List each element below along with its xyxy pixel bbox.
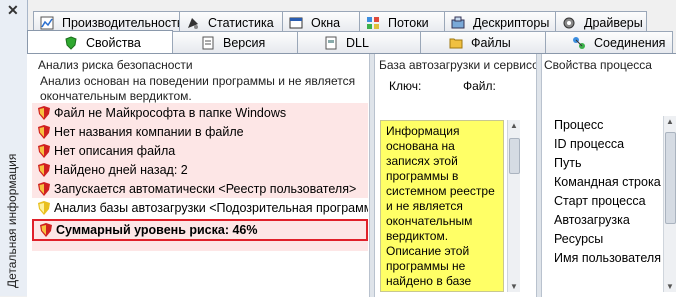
list-item[interactable]: ID процесса [554, 135, 661, 154]
red-shield-icon [40, 223, 52, 237]
tab-windows[interactable]: Окна [282, 11, 360, 33]
risk-text: Найдено дней назад: 2 [54, 162, 188, 177]
process-panel-title: Свойства процесса [544, 58, 652, 72]
tab-connections[interactable]: Соединения [545, 31, 673, 53]
tab-dll[interactable]: DLL [297, 31, 421, 53]
chart-icon [40, 16, 54, 29]
risk-panel: Анализ риска безопасности Анализ основан… [32, 54, 368, 297]
details-side-strip: ✕ Детальная информация [0, 0, 28, 296]
risk-list: Файл не Майкрософта в папке Windows Нет … [32, 103, 368, 251]
scroll-down-icon[interactable]: ▼ [509, 282, 519, 291]
tab-threads[interactable]: Потоки [359, 11, 445, 33]
list-item-spacer [32, 241, 368, 251]
details-label: Детальная информация [5, 153, 19, 288]
risk-text: Файл не Майкрософта в папке Windows [54, 105, 287, 120]
properties-content: Анализ риска безопасности Анализ основан… [27, 53, 676, 297]
list-item[interactable]: Нет описания файла [32, 141, 368, 160]
tab-properties[interactable]: Свойства [27, 30, 173, 54]
list-item[interactable]: Имя пользователя [554, 249, 661, 268]
statistics-icon [188, 17, 198, 29]
tab-version[interactable]: Версия [172, 31, 298, 53]
window-icon [289, 17, 303, 28]
risk-summary[interactable]: Суммарный уровень риска: 46% [32, 219, 368, 241]
autorun-info-box: Информация основана на записях этой прог… [380, 120, 504, 292]
tab-row-bottom: Свойства Версия DLL Файлы Соединения [27, 30, 673, 54]
list-item[interactable]: Анализ базы автозагрузки <Подозрительная… [32, 198, 368, 217]
risk-summary-text: Суммарный уровень риска: 46% [56, 223, 258, 237]
autorun-panel: База автозагрузки и сервисов Ключ: Файл:… [377, 54, 545, 297]
tab-drivers[interactable]: Драйверы [555, 11, 647, 33]
risk-note: Анализ основан на поведении программы и … [40, 74, 356, 103]
scroll-thumb[interactable] [665, 132, 676, 224]
process-properties-list: Процесс ID процесса Путь Командная строк… [554, 116, 661, 268]
tab-label: Свойства [86, 35, 141, 50]
tab-label: Потоки [388, 15, 429, 30]
list-item[interactable]: Ресурсы [554, 230, 661, 249]
list-item[interactable]: Старт процесса [554, 192, 661, 211]
red-shield-icon [38, 105, 50, 120]
list-item[interactable]: Процесс [554, 116, 661, 135]
list-item[interactable]: Найдено дней назад: 2 [32, 160, 368, 179]
tab-label: Производительность [62, 15, 184, 30]
scroll-thumb[interactable] [509, 138, 520, 174]
dll-icon [325, 36, 337, 49]
tab-statistics[interactable]: Статистика [179, 11, 283, 33]
red-shield-icon [38, 162, 50, 177]
tab-label: Файлы [471, 35, 511, 50]
scroll-up-icon[interactable]: ▲ [665, 117, 675, 126]
risk-text: Анализ базы автозагрузки <Подозрительная… [54, 200, 368, 215]
network-icon [573, 36, 585, 49]
shield-icon [65, 35, 77, 50]
red-shield-icon [38, 181, 50, 196]
scroll-down-icon[interactable]: ▼ [665, 282, 675, 291]
scroll-up-icon[interactable]: ▲ [509, 121, 519, 130]
red-shield-icon [38, 143, 50, 158]
version-icon [202, 36, 214, 49]
risk-text: Нет описания файла [54, 143, 176, 158]
list-item[interactable]: Запускается автоматически <Реестр пользо… [32, 179, 368, 198]
tab-label: Статистика [208, 15, 274, 30]
list-item[interactable]: Командная строка [554, 173, 661, 192]
gear-icon [563, 17, 575, 28]
tab-label: Версия [223, 35, 266, 50]
autorun-scrollbar[interactable]: ▲ ▼ [507, 120, 520, 292]
key-label: Ключ: [389, 79, 422, 93]
handles-icon [451, 16, 465, 28]
tab-label: Соединения [594, 35, 666, 50]
autorun-panel-title: База автозагрузки и сервисов [379, 58, 546, 72]
tab-files[interactable]: Файлы [420, 31, 546, 53]
close-icon[interactable]: ✕ [7, 2, 19, 19]
file-label: Файл: [463, 79, 496, 93]
risk-text: Запускается автоматически <Реестр пользо… [54, 181, 357, 196]
splitter[interactable] [369, 54, 375, 297]
folder-icon [449, 38, 463, 48]
tab-label: Драйверы [584, 15, 643, 30]
risk-panel-title: Анализ риска безопасности [38, 58, 193, 72]
risk-text: Нет названия компании в файле [54, 124, 244, 139]
list-item[interactable]: Файл не Майкрософта в папке Windows [32, 103, 368, 122]
process-scrollbar[interactable]: ▲ ▼ [663, 116, 676, 292]
tab-label: DLL [346, 35, 369, 50]
threads-icon [367, 16, 379, 29]
tab-label: Окна [311, 15, 341, 30]
tab-label: Дескрипторы [473, 15, 550, 30]
red-shield-icon [38, 124, 50, 139]
list-item[interactable]: Нет названия компании в файле [32, 122, 368, 141]
list-item[interactable]: Путь [554, 154, 661, 173]
tab-handles[interactable]: Дескрипторы [444, 11, 556, 33]
list-item[interactable]: Автозагрузка [554, 211, 661, 230]
process-properties-panel: Свойства процесса Процесс ID процесса Пу… [542, 54, 676, 297]
yellow-shield-icon [38, 200, 50, 215]
